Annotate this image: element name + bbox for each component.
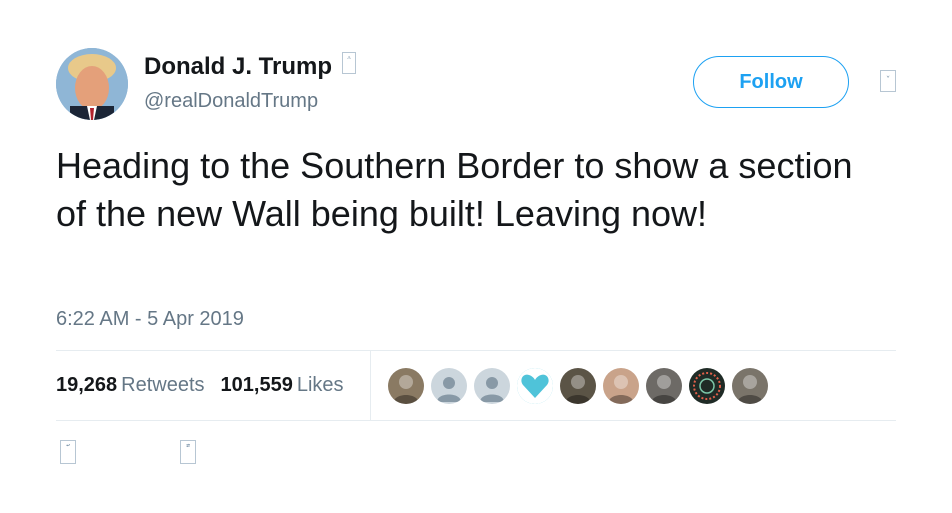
retweet-icon[interactable]: ⇄	[180, 440, 196, 464]
photo-avatar-icon	[393, 375, 419, 404]
likes-label: Likes	[296, 374, 344, 396]
liker-avatar[interactable]	[388, 368, 424, 404]
author-name-row: Donald J. Trump ⚠	[144, 52, 357, 82]
liker-avatar[interactable]	[603, 368, 639, 404]
retweets-count: 19,268	[56, 374, 118, 396]
photo-avatar-icon	[565, 375, 591, 404]
liker-avatar[interactable]	[689, 368, 725, 404]
emblem-avatar-icon	[693, 372, 721, 400]
tweet-timestamp[interactable]: 6:22 AM - 5 Apr 2019	[56, 308, 244, 331]
reply-icon[interactable]: ↩	[60, 440, 76, 464]
author-avatar[interactable]	[56, 48, 128, 120]
heart-avatar-icon	[517, 368, 553, 404]
default-avatar-icon	[437, 377, 461, 402]
default-avatar-icon	[480, 377, 504, 402]
liker-avatar[interactable]	[646, 368, 682, 404]
photo-avatar-icon	[608, 375, 634, 404]
engagement-stats: 19,268 Retweets 101,559 Likes	[56, 374, 360, 397]
liker-avatar[interactable]	[517, 368, 553, 404]
divider-top	[56, 350, 896, 351]
liker-avatar[interactable]	[560, 368, 596, 404]
profile-photo-icon	[56, 48, 128, 120]
likes-stat[interactable]: 101,559 Likes	[221, 374, 344, 397]
more-menu-chevron-icon[interactable]: ⌄	[880, 70, 896, 92]
photo-avatar-icon	[651, 375, 677, 404]
follow-button[interactable]: Follow	[693, 56, 849, 108]
likes-count: 101,559	[220, 374, 293, 396]
author-display-name[interactable]: Donald J. Trump	[144, 52, 332, 82]
stats-separator	[370, 350, 371, 420]
verified-badge-icon: ⚠	[342, 52, 357, 74]
tweet-text: Heading to the Southern Border to show a…	[56, 145, 853, 234]
liked-by-avatars	[388, 368, 775, 404]
divider-bottom	[56, 420, 896, 421]
retweets-stat[interactable]: 19,268 Retweets	[56, 374, 205, 397]
liker-avatar[interactable]	[431, 368, 467, 404]
photo-avatar-icon	[737, 375, 763, 404]
liker-avatar[interactable]	[474, 368, 510, 404]
retweets-label: Retweets	[121, 374, 205, 396]
liker-avatar[interactable]	[732, 368, 768, 404]
author-handle[interactable]: @realDonaldTrump	[144, 90, 318, 113]
